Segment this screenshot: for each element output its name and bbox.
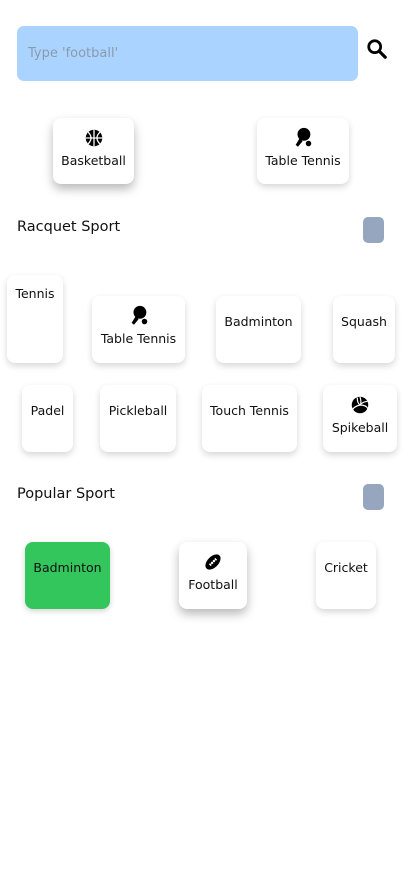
sport-card-tennis[interactable]: Tennis [7, 275, 63, 363]
sport-card-label: Padel [30, 403, 65, 418]
sport-card-label: Table Tennis [100, 331, 177, 346]
sport-card-cricket[interactable]: Cricket [316, 542, 376, 609]
section-toggle-popular[interactable] [363, 484, 384, 510]
sport-card-pickleball[interactable]: Pickleball [100, 385, 176, 452]
section-toggle-racquet[interactable] [363, 217, 384, 243]
sport-card-label: Touch Tennis [210, 403, 289, 418]
sport-card-badminton[interactable]: Badminton [216, 296, 301, 363]
sport-card-label: Tennis [15, 286, 55, 301]
sport-card-label: Table Tennis [265, 153, 341, 168]
ping-pong-icon [295, 127, 312, 147]
section-title-racquet: Racquet Sport [17, 219, 121, 235]
sport-card-label: Badminton [33, 560, 102, 575]
volleyball-icon [351, 396, 369, 414]
sport-card-label: Squash [341, 314, 387, 329]
sport-card-label: Badminton [224, 314, 293, 329]
search-box [17, 26, 358, 81]
sport-card-label: Spikeball [331, 420, 389, 435]
sport-card-basketball[interactable]: Basketball [53, 118, 134, 184]
sport-card-badminton-selected[interactable]: Badminton [25, 542, 110, 609]
sport-card-padel[interactable]: Padel [22, 385, 73, 452]
sport-card-table-tennis[interactable]: Table Tennis [92, 296, 185, 363]
sport-card-squash[interactable]: Squash [333, 296, 395, 363]
section-title-popular: Popular Sport [17, 486, 115, 502]
sport-card-label: Pickleball [108, 403, 168, 418]
basketball-icon [85, 129, 102, 147]
search-input[interactable] [26, 45, 349, 62]
search-icon[interactable] [366, 38, 388, 60]
sport-card-spikeball[interactable]: Spikeball [323, 385, 397, 452]
sport-card-label: Basketball [61, 153, 126, 168]
sport-card-football[interactable]: Football [179, 542, 247, 609]
football-icon [205, 554, 221, 570]
sport-card-label: Football [188, 577, 238, 592]
sport-card-label: Cricket [324, 560, 368, 575]
sport-card-touch-tennis[interactable]: Touch Tennis [202, 385, 297, 452]
sport-card-table-tennis[interactable]: Table Tennis [257, 118, 349, 184]
ping-pong-icon [131, 305, 147, 325]
